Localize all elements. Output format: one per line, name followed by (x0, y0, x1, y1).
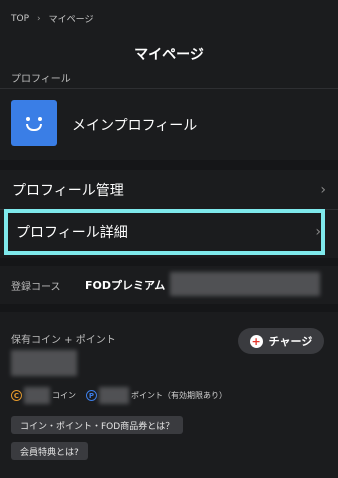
profile-section-label: プロフィール (11, 74, 71, 85)
member-benefits-link[interactable]: 会員特典とは? (11, 442, 88, 460)
point-icon: P (86, 390, 97, 401)
coin-info-link[interactable]: コイン・ポイント・FOD商品券とは？ (11, 416, 184, 434)
section-separator (0, 304, 338, 312)
breadcrumb: TOP › マイページ (11, 12, 94, 26)
breadcrumb-current: マイページ (48, 15, 94, 25)
coin-icon: C (11, 390, 22, 401)
coins-label: 保有コイン + ポイント (11, 335, 116, 346)
charge-button-label: チャージ (268, 335, 313, 348)
balance-row: C コイン P ポイント（有効期限あり） (11, 387, 227, 404)
profile-detail-label: プロフィール詳細 (16, 225, 128, 241)
breadcrumb-top-link[interactable]: TOP (11, 14, 29, 24)
chevron-right-icon: › (320, 182, 326, 198)
redacted-block (99, 387, 129, 404)
charge-button[interactable]: + チャージ (238, 328, 324, 354)
avatar-eye-icon (26, 117, 30, 121)
redacted-block (11, 350, 77, 376)
profile-name[interactable]: メインプロフィール (72, 115, 197, 135)
profile-manage-label: プロフィール管理 (12, 183, 124, 199)
redacted-block (24, 387, 50, 404)
chevron-right-icon: › (37, 13, 41, 24)
page-title: マイページ (134, 47, 204, 63)
avatar-eye-icon (38, 117, 42, 121)
plus-icon: + (249, 334, 263, 348)
course-value: FODプレミアム (85, 279, 166, 292)
course-label: 登録コース (11, 282, 61, 293)
redacted-block (170, 272, 320, 296)
profile-manage-item[interactable]: プロフィール管理 › (0, 170, 338, 210)
point-unit: ポイント（有効期限あり） (131, 391, 227, 400)
section-separator (0, 160, 338, 170)
chevron-right-icon: › (315, 224, 321, 240)
coin-unit: コイン (52, 391, 76, 400)
section-separator (0, 258, 338, 266)
avatar[interactable] (11, 100, 57, 146)
avatar-smile-icon (26, 124, 42, 131)
divider (0, 88, 338, 89)
profile-detail-item[interactable]: プロフィール詳細 › (4, 209, 325, 255)
